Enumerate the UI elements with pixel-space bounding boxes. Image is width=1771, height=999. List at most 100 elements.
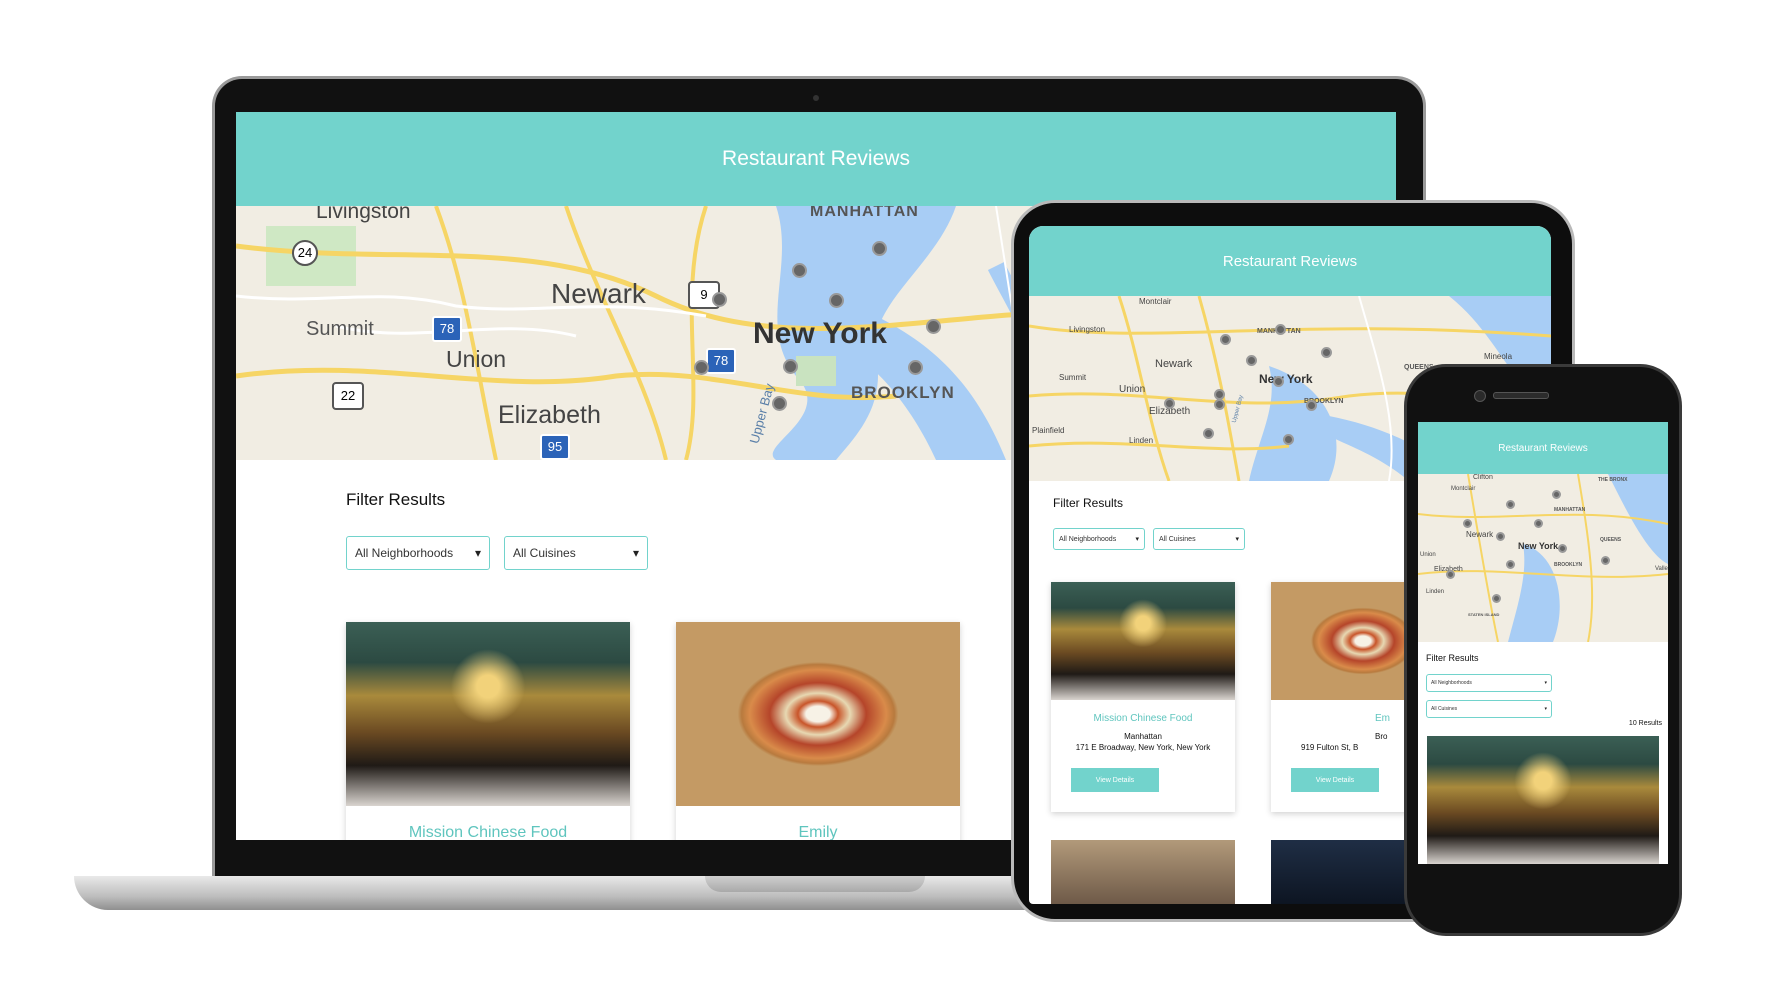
filter-heading: Filter Results (346, 490, 446, 509)
cuisine-select[interactable]: All Cuisines ▾ (1153, 528, 1245, 550)
chevron-down-icon: ▾ (1135, 536, 1139, 543)
phone-screen: Restaurant Reviews Clifton Montclair THE… (1418, 422, 1668, 864)
cuisine-select-value: All Cuisines (513, 546, 576, 560)
map-marker[interactable] (1246, 355, 1257, 366)
map-marker[interactable] (1273, 376, 1284, 387)
map-marker[interactable] (926, 319, 941, 334)
chevron-down-icon: ▾ (1544, 706, 1547, 712)
map-label-new-york: New York (1259, 372, 1313, 386)
map-label-mineola: Mineola (1484, 352, 1513, 361)
route-shield-78-b: 78 (706, 348, 736, 374)
map-label-montclair: Montclair (1451, 486, 1476, 492)
map-label-plainfield: Plainfield (1032, 426, 1065, 435)
map-label-union: Union (1420, 552, 1436, 558)
map-marker[interactable] (1506, 500, 1515, 509)
map-marker[interactable] (1220, 334, 1231, 345)
map-marker[interactable] (1306, 400, 1317, 411)
map-label-new-york: New York (753, 317, 887, 350)
map-marker[interactable] (1446, 570, 1455, 579)
neighborhood-select[interactable]: All Neighborhoods ▾ (1053, 528, 1145, 550)
map-label-manhattan: MANHATTAN (810, 206, 919, 220)
chevron-down-icon: ▾ (632, 546, 639, 560)
view-details-button[interactable]: View Details (1071, 768, 1159, 792)
map-label-valley: Valle (1655, 566, 1668, 572)
map-marker[interactable] (1275, 324, 1286, 335)
cuisine-select[interactable]: All Cuisines ▾ (1426, 700, 1552, 718)
phone-speaker (1493, 392, 1549, 399)
map-marker[interactable] (1463, 519, 1472, 528)
map-marker[interactable] (908, 360, 923, 375)
restaurant-name[interactable]: Mission Chinese Food (1051, 713, 1235, 724)
cuisine-select-value: All Cuisines (1159, 535, 1196, 543)
map-label-newark: Newark (551, 278, 646, 309)
restaurant-neighborhood: Manhattan (1124, 732, 1162, 741)
map-marker[interactable] (829, 293, 844, 308)
cuisine-select-value: All Cuisines (1431, 706, 1458, 712)
chevron-down-icon: ▾ (474, 546, 481, 560)
map-label-livingston: Livingston (316, 206, 411, 223)
map-marker[interactable] (792, 263, 807, 278)
restaurant-name[interactable]: Emily (676, 824, 960, 840)
map-label-brooklyn: BROOKLYN (851, 383, 955, 402)
route-shield-24: 24 (292, 240, 318, 266)
restaurant-photo[interactable] (1427, 736, 1659, 864)
map-marker[interactable] (1601, 556, 1610, 565)
map-marker[interactable] (1283, 434, 1294, 445)
restaurant-address: 171 E Broadway, New York, New York (1075, 743, 1211, 752)
cuisine-select[interactable]: All Cuisines ▾ (504, 536, 648, 570)
route-shield-95: 95 (540, 434, 570, 460)
chevron-down-icon: ▾ (1544, 680, 1547, 686)
map-marker[interactable] (1214, 399, 1225, 410)
map-label-the-bronx: THE BRONX (1598, 477, 1628, 483)
page-header: Restaurant Reviews (1029, 226, 1551, 296)
neighborhood-select-value: All Neighborhoods (1059, 535, 1117, 543)
map-marker[interactable] (1321, 347, 1332, 358)
restaurant-photo (676, 622, 960, 806)
page-header: Restaurant Reviews (1418, 422, 1668, 474)
map[interactable]: Clifton Montclair THE BRONX MANHATTAN Ne… (1418, 474, 1668, 642)
restaurant-card[interactable]: Mission Chinese Food Manhattan 171 E Bro… (1051, 582, 1235, 812)
chevron-down-icon: ▾ (1235, 536, 1239, 543)
restaurant-name[interactable]: Mission Chinese Food (346, 824, 630, 840)
neighborhood-select[interactable]: All Neighborhoods ▾ (346, 536, 490, 570)
filter-heading: Filter Results (1053, 496, 1124, 510)
map-label-new-york: New York (1518, 541, 1559, 551)
map-label-clifton: Clifton (1473, 474, 1493, 481)
restaurant-photo (1051, 582, 1235, 700)
map-marker[interactable] (872, 241, 887, 256)
map-marker[interactable] (783, 359, 798, 374)
map-label-summit: Summit (306, 318, 374, 340)
page-header: Restaurant Reviews (236, 112, 1396, 206)
map-marker[interactable] (694, 360, 709, 375)
laptop-camera (813, 95, 819, 101)
map-marker[interactable] (1534, 519, 1543, 528)
map-marker[interactable] (1203, 428, 1214, 439)
neighborhood-select[interactable]: All Neighborhoods ▾ (1426, 674, 1552, 692)
map-marker[interactable] (1558, 544, 1567, 553)
map-label-newark: Newark (1466, 530, 1494, 539)
neighborhood-select-value: All Neighborhoods (1431, 680, 1472, 686)
filter-heading: Filter Results (1426, 653, 1479, 663)
view-details-button[interactable]: View Details (1291, 768, 1379, 792)
map-marker[interactable] (712, 292, 727, 307)
map-label-linden: Linden (1129, 436, 1154, 445)
map-marker[interactable] (772, 396, 787, 411)
map-label-montclair: Montclair (1139, 297, 1172, 306)
map-marker[interactable] (1496, 532, 1505, 541)
map-marker[interactable] (1552, 490, 1561, 499)
map-marker[interactable] (1506, 560, 1515, 569)
results-count: 10 Results (1628, 720, 1662, 727)
page-title: Restaurant Reviews (1498, 442, 1588, 454)
restaurant-card[interactable]: Mission Chinese Food (346, 622, 630, 840)
map-label-summit: Summit (1059, 373, 1087, 382)
restaurant-card[interactable]: Emily (676, 622, 960, 840)
map-label-staten-island: STATEN ISLAND (1468, 612, 1500, 617)
map-label-newark: Newark (1155, 358, 1193, 370)
map-marker[interactable] (1164, 398, 1175, 409)
map-label-union: Union (1119, 384, 1146, 395)
page-title: Restaurant Reviews (722, 147, 910, 170)
route-shield-22: 22 (332, 382, 364, 410)
map-label-manhattan: MANHATTAN (1554, 507, 1586, 513)
map-label-elizabeth: Elizabeth (498, 401, 601, 429)
map-marker[interactable] (1492, 594, 1501, 603)
